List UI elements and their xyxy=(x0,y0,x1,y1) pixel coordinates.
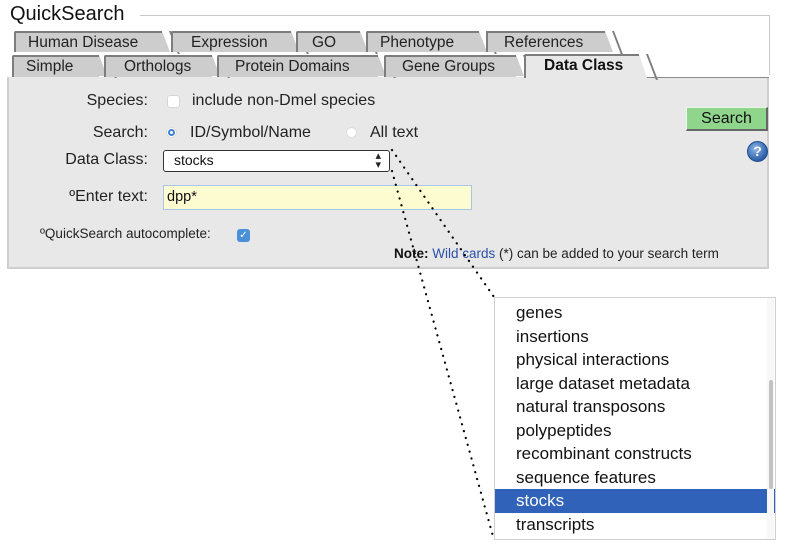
dropdown-option-polypeptides[interactable]: polypeptides xyxy=(495,419,776,443)
tab-label: Gene Groups xyxy=(402,58,496,75)
tab-expression[interactable]: Expression xyxy=(171,31,309,54)
radio-id-symbol-name-label: ID/Symbol/Name xyxy=(190,124,311,141)
radio-all-text[interactable] xyxy=(346,127,357,138)
tab-label: Simple xyxy=(26,58,74,75)
enter-text-input[interactable]: dpp* xyxy=(163,185,472,210)
tab-label: Phenotype xyxy=(380,34,455,51)
wildcard-note: Note: Wild cards (*) can be added to you… xyxy=(394,245,719,263)
include-non-dmel-label: include non-Dmel species xyxy=(192,92,376,109)
data-class-dropdown-list: genes insertions physical interactions l… xyxy=(494,297,776,540)
autocomplete-checkbox[interactable]: ✓ xyxy=(237,229,250,242)
fieldset-border-right xyxy=(769,15,770,75)
tab-human-disease[interactable]: Human Disease xyxy=(14,31,180,54)
dropdown-option-insertions[interactable]: insertions xyxy=(495,325,776,349)
dropdown-option-recombinant-constructs[interactable]: recombinant constructs xyxy=(495,442,776,466)
dropdown-option-physical-interactions[interactable]: physical interactions xyxy=(495,348,776,372)
enter-text-label: ºEnter text: xyxy=(69,188,148,205)
search-label: Search: xyxy=(92,124,148,141)
tab-references[interactable]: References xyxy=(486,31,623,54)
tab-simple[interactable]: Simple xyxy=(12,55,117,78)
dropdown-option-sequence-features[interactable]: sequence features xyxy=(495,466,776,490)
dropdown-option-transcripts[interactable]: transcripts xyxy=(495,513,776,537)
dropdown-option-natural-transposons[interactable]: natural transposons xyxy=(495,395,776,419)
select-arrows-icon: ▴ ▾ xyxy=(375,150,381,171)
tab-data-class[interactable]: Data Class xyxy=(524,54,658,80)
tab-label: Protein Domains xyxy=(235,58,350,75)
dropdown-option-stocks[interactable]: stocks xyxy=(495,489,775,513)
tab-label: Expression xyxy=(191,34,268,51)
help-icon[interactable]: ? xyxy=(747,141,768,162)
tab-label: Human Disease xyxy=(28,34,139,51)
dropdown-option-large-dataset-metadata[interactable]: large dataset metadata xyxy=(495,372,776,396)
radio-id-symbol-name[interactable] xyxy=(166,127,177,138)
tab-gene-groups[interactable]: Gene Groups xyxy=(384,55,534,78)
dropdown-scrollbar-thumb[interactable] xyxy=(769,380,773,489)
data-class-value: stocks xyxy=(174,152,214,168)
tab-protein-domains[interactable]: Protein Domains xyxy=(217,55,396,78)
radio-all-text-label: All text xyxy=(370,124,419,141)
quicksearch-title: QuickSearch xyxy=(10,3,125,25)
tab-label: References xyxy=(504,34,584,51)
note-prefix: Note: xyxy=(394,246,429,261)
tab-orthologs[interactable]: Orthologs xyxy=(104,55,230,78)
data-class-select[interactable]: stocks ▴ ▾ xyxy=(163,150,390,172)
search-button[interactable]: Search xyxy=(686,107,768,131)
note-text: (*) can be added to your search term xyxy=(495,246,719,261)
tab-label: GO xyxy=(312,34,337,51)
autocomplete-label: ºQuickSearch autocomplete: xyxy=(40,226,211,241)
tab-label: Orthologs xyxy=(124,58,192,75)
fieldset-border-top xyxy=(140,15,770,16)
dropdown-option-genes[interactable]: genes xyxy=(495,301,776,325)
tab-phenotype[interactable]: Phenotype xyxy=(366,31,497,54)
include-non-dmel-checkbox[interactable] xyxy=(167,95,180,108)
tab-go[interactable]: GO xyxy=(296,31,378,54)
wild-cards-link[interactable]: Wild cards xyxy=(432,246,495,261)
panel-top-border xyxy=(645,77,769,78)
species-label: Species: xyxy=(86,92,148,109)
tab-label: Data Class xyxy=(544,57,624,74)
data-class-label: Data Class: xyxy=(65,151,148,168)
